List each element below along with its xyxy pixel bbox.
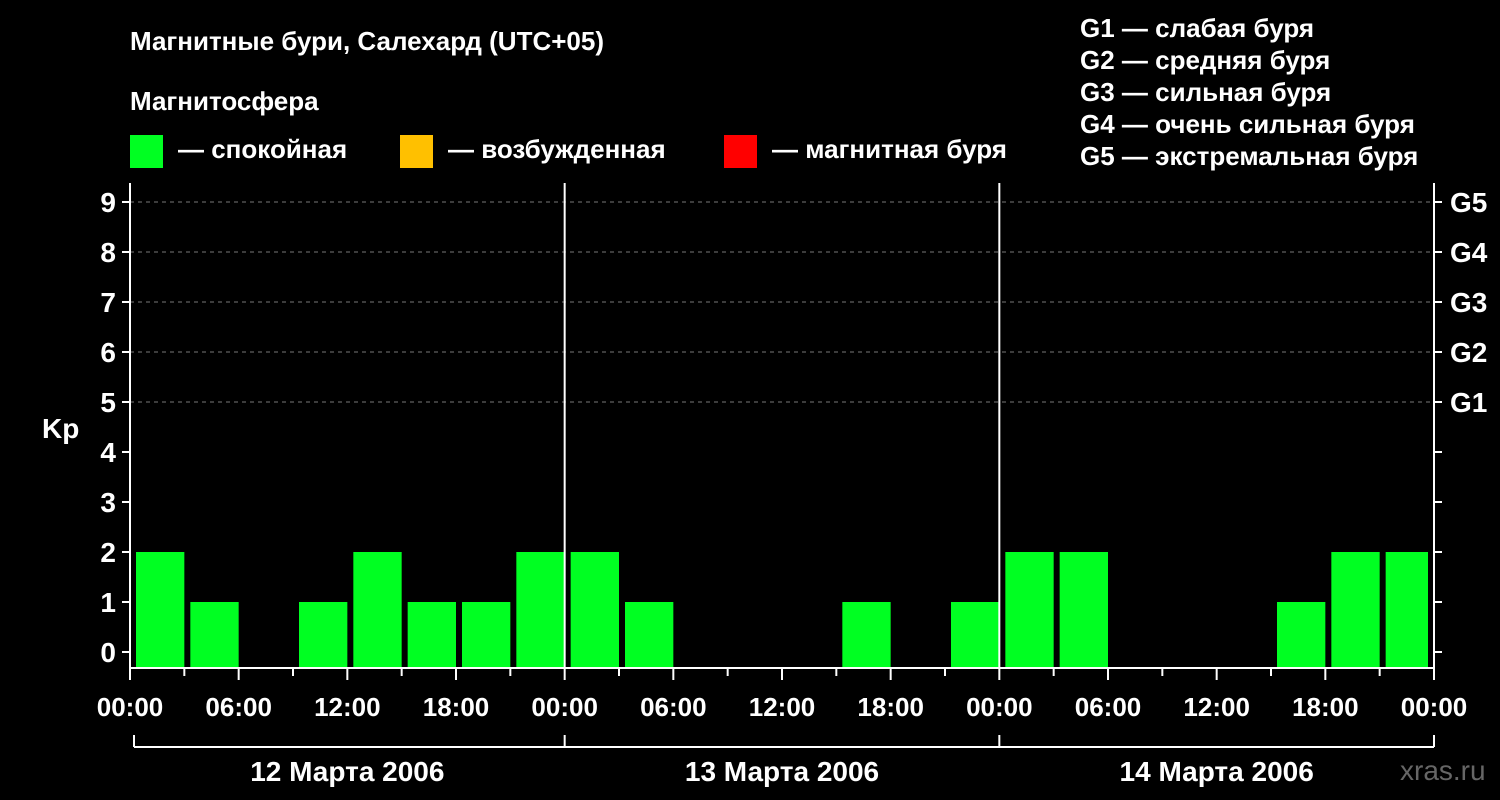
y-tick-label: 4 bbox=[100, 437, 116, 468]
kp-bar bbox=[136, 552, 185, 668]
y-tick-label: 2 bbox=[100, 537, 116, 568]
storm-scale-g3: G3 — сильная буря bbox=[1080, 77, 1331, 107]
kp-bar bbox=[353, 552, 402, 668]
x-tick-label: 06:00 bbox=[640, 692, 707, 722]
storm-level-label: G2 bbox=[1450, 337, 1487, 368]
y-tick-label: 7 bbox=[100, 287, 116, 318]
y-tick-label: 9 bbox=[100, 187, 116, 218]
storm-level-label: G3 bbox=[1450, 287, 1487, 318]
x-tick-label: 06:00 bbox=[205, 692, 272, 722]
kp-bar bbox=[625, 602, 674, 668]
x-tick-label: 06:00 bbox=[1075, 692, 1142, 722]
storm-scale-g4: G4 — очень сильная буря bbox=[1080, 109, 1415, 139]
x-tick-label: 12:00 bbox=[749, 692, 816, 722]
chart-title: Магнитные бури, Салехард (UTC+05) bbox=[130, 26, 604, 56]
storm-scale-g1: G1 — слабая буря bbox=[1080, 13, 1314, 43]
storm-scale-legend: G1 — слабая буря G2 — средняя буря G3 — … bbox=[1080, 13, 1418, 171]
y-tick-label: 6 bbox=[100, 337, 116, 368]
kp-bar bbox=[190, 602, 239, 668]
legend-swatch-storm bbox=[724, 135, 757, 168]
y-tick-label: 8 bbox=[100, 237, 116, 268]
x-tick-label: 00:00 bbox=[1401, 692, 1468, 722]
day-label: 13 Марта 2006 bbox=[685, 756, 879, 787]
x-tick-label: 00:00 bbox=[531, 692, 598, 722]
kp-bar bbox=[1005, 552, 1054, 668]
storm-level-label: G5 bbox=[1450, 187, 1487, 218]
storm-level-label: G4 bbox=[1450, 237, 1488, 268]
kp-bar bbox=[1331, 552, 1380, 668]
day-label: 12 Марта 2006 bbox=[250, 756, 444, 787]
legend-excited: — возбужденная bbox=[400, 134, 666, 168]
kp-bar bbox=[1277, 602, 1326, 668]
y-tick-label: 0 bbox=[100, 637, 116, 668]
x-tick-label: 12:00 bbox=[1183, 692, 1250, 722]
x-tick-label: 18:00 bbox=[1292, 692, 1359, 722]
kp-chart: Магнитные бури, Салехард (UTC+05) Магнит… bbox=[42, 13, 1488, 787]
legend-label-storm: — магнитная буря bbox=[772, 134, 1007, 164]
kp-bar bbox=[407, 602, 456, 668]
kp-bar bbox=[570, 552, 619, 668]
kp-bar bbox=[516, 552, 565, 668]
kp-bar bbox=[1385, 552, 1428, 668]
bars bbox=[136, 552, 1428, 668]
x-tick-label: 00:00 bbox=[966, 692, 1033, 722]
kp-bar bbox=[1059, 552, 1108, 668]
y-tick-label: 3 bbox=[100, 487, 116, 518]
x-tick-label: 18:00 bbox=[423, 692, 490, 722]
legend-swatch-calm bbox=[130, 135, 163, 168]
grid-lines bbox=[130, 201, 1434, 403]
x-tick-label: 12:00 bbox=[314, 692, 381, 722]
storm-scale-g5: G5 — экстремальная буря bbox=[1080, 141, 1418, 171]
legend-heading: Магнитосфера bbox=[130, 86, 319, 116]
legend-calm: — спокойная bbox=[130, 134, 347, 168]
y-tick-label: 1 bbox=[100, 587, 116, 618]
y-axis-label: Kp bbox=[42, 413, 79, 444]
x-tick-label: 00:00 bbox=[97, 692, 164, 722]
storm-scale-g2: G2 — средняя буря bbox=[1080, 45, 1330, 75]
kp-bar bbox=[951, 602, 1000, 668]
kp-bar bbox=[299, 602, 348, 668]
storm-level-label: G1 bbox=[1450, 387, 1487, 418]
kp-bar bbox=[462, 602, 511, 668]
watermark: xras.ru bbox=[1400, 755, 1486, 786]
tick-labels: 0 1 2 3 4 5 6 7 8 9 G1 G2 G3 G4 G5 00:00 06:00 12:00 18:00… bbox=[97, 187, 1488, 787]
day-label: 14 Марта 2006 bbox=[1120, 756, 1314, 787]
y-tick-label: 5 bbox=[100, 387, 116, 418]
legend-swatch-excited bbox=[400, 135, 433, 168]
legend-storm: — магнитная буря bbox=[724, 134, 1007, 168]
x-tick-label: 18:00 bbox=[857, 692, 924, 722]
kp-bar bbox=[842, 602, 891, 668]
legend-label-calm: — спокойная bbox=[178, 134, 347, 164]
legend-label-excited: — возбужденная bbox=[448, 134, 666, 164]
